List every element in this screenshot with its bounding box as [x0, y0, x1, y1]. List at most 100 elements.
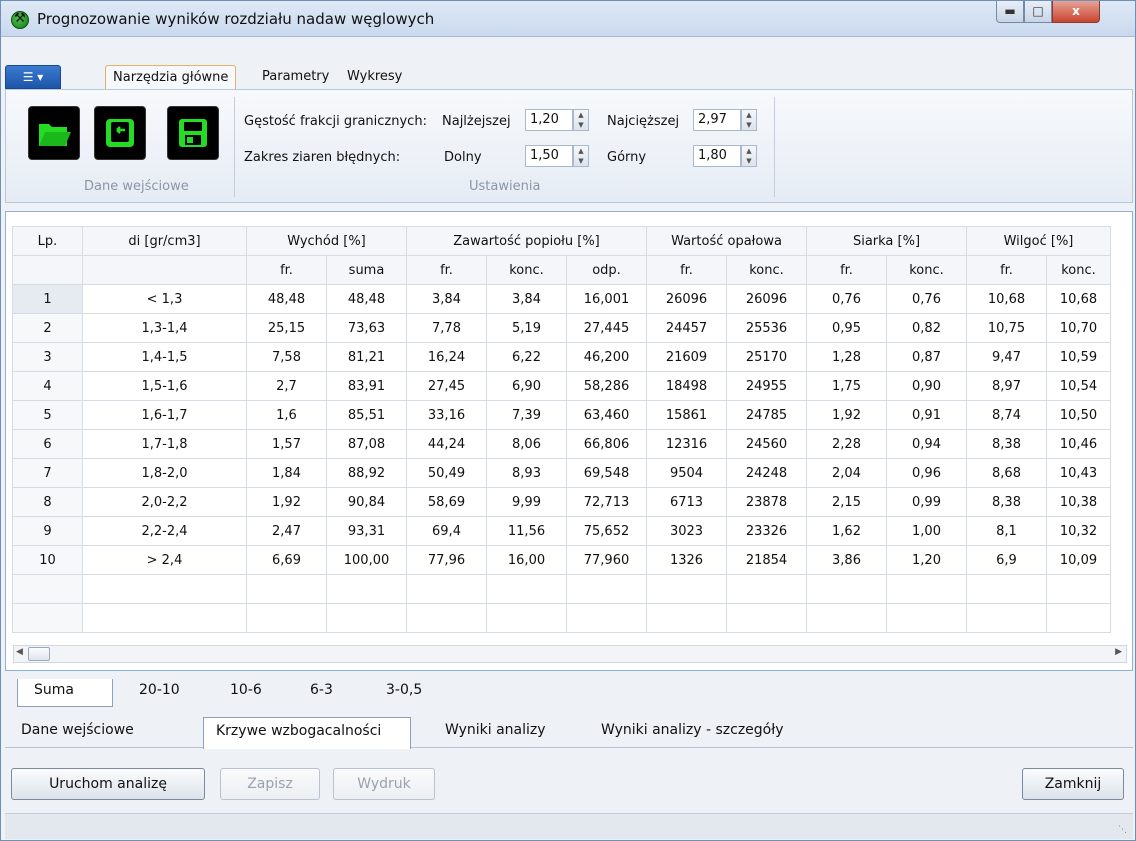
- scroll-left-icon[interactable]: ◀: [16, 647, 23, 657]
- empty-cell[interactable]: [486, 574, 567, 604]
- subheader-cell[interactable]: konc.: [726, 255, 807, 285]
- tab-wykresy[interactable]: Wykresy: [340, 65, 409, 90]
- table-cell[interactable]: 0,95: [806, 313, 887, 343]
- table-cell[interactable]: 27,45: [406, 371, 487, 401]
- empty-cell[interactable]: [566, 603, 647, 633]
- horizontal-scrollbar[interactable]: ◀ ▶: [13, 645, 1127, 663]
- table-cell[interactable]: 12316: [646, 429, 727, 459]
- table-cell[interactable]: 1,20: [886, 545, 967, 575]
- table-cell[interactable]: 10,68: [966, 284, 1047, 314]
- header-lp[interactable]: Lp.: [12, 226, 83, 256]
- table-cell[interactable]: 1,6-1,7: [82, 400, 247, 430]
- tab-10-6[interactable]: 10-6: [230, 682, 262, 698]
- table-cell[interactable]: 25170: [726, 342, 807, 372]
- empty-cell[interactable]: [326, 574, 407, 604]
- table-cell[interactable]: 26096: [726, 284, 807, 314]
- table-cell[interactable]: 16,00: [486, 545, 567, 575]
- empty-cell[interactable]: [82, 574, 247, 604]
- row-number-cell[interactable]: 9: [12, 516, 83, 546]
- empty-cell[interactable]: [1046, 574, 1111, 604]
- table-cell[interactable]: 90,84: [326, 487, 407, 517]
- table-cell[interactable]: 1,57: [246, 429, 327, 459]
- table-cell[interactable]: 8,68: [966, 458, 1047, 488]
- table-row[interactable]: 4 1,5-1,6 2,7 83,91 27,45 6,90 58,286 18498 2495…: [12, 371, 1111, 401]
- table-cell[interactable]: 2,7: [246, 371, 327, 401]
- table-cell[interactable]: 83,91: [326, 371, 407, 401]
- table-cell[interactable]: 69,4: [406, 516, 487, 546]
- lightest-input[interactable]: 1,20: [525, 109, 573, 131]
- table-cell[interactable]: 11,56: [486, 516, 567, 546]
- row-number-cell[interactable]: 7: [12, 458, 83, 488]
- table-cell[interactable]: 93,31: [326, 516, 407, 546]
- header-sulfur[interactable]: Siarka [%]: [806, 226, 967, 256]
- app-menu-button[interactable]: ☰ ▾: [5, 65, 61, 89]
- table-cell[interactable]: 0,82: [886, 313, 967, 343]
- subheader-cell[interactable]: fr.: [646, 255, 727, 285]
- table-cell[interactable]: 24248: [726, 458, 807, 488]
- table-cell[interactable]: 24457: [646, 313, 727, 343]
- lightest-stepper[interactable]: ▲ ▼: [573, 109, 589, 131]
- table-row[interactable]: 6 1,7-1,8 1,57 87,08 44,24 8,06 66,806 12316 245…: [12, 429, 1111, 459]
- empty-cell[interactable]: [246, 574, 327, 604]
- header-calorific[interactable]: Wartość opałowa: [646, 226, 807, 256]
- table-row[interactable]: 5 1,6-1,7 1,6 85,51 33,16 7,39 63,460 15861 2478…: [12, 400, 1111, 430]
- table-cell[interactable]: 0,91: [886, 400, 967, 430]
- header-ash[interactable]: Zawartość popiołu [%]: [406, 226, 647, 256]
- table-cell[interactable]: 8,38: [966, 429, 1047, 459]
- table-cell[interactable]: 1,4-1,5: [82, 342, 247, 372]
- empty-cell[interactable]: [966, 603, 1047, 633]
- table-cell[interactable]: 7,78: [406, 313, 487, 343]
- table-cell[interactable]: 10,09: [1046, 545, 1111, 575]
- table-cell[interactable]: 10,46: [1046, 429, 1111, 459]
- table-cell[interactable]: 44,24: [406, 429, 487, 459]
- table-cell[interactable]: 2,15: [806, 487, 887, 517]
- tab-wyniki-analizy[interactable]: Wyniki analizy: [445, 722, 546, 738]
- row-number-cell[interactable]: 8: [12, 487, 83, 517]
- table-cell[interactable]: 0,76: [886, 284, 967, 314]
- table-cell[interactable]: 2,47: [246, 516, 327, 546]
- table-cell[interactable]: 85,51: [326, 400, 407, 430]
- row-number-cell[interactable]: 5: [12, 400, 83, 430]
- table-cell[interactable]: 1,3-1,4: [82, 313, 247, 343]
- subheader-cell[interactable]: suma: [326, 255, 407, 285]
- table-cell[interactable]: > 2,4: [82, 545, 247, 575]
- table-row[interactable]: 8 2,0-2,2 1,92 90,84 58,69 9,99 72,713 6713 2387…: [12, 487, 1111, 517]
- table-cell[interactable]: 24785: [726, 400, 807, 430]
- row-number-cell[interactable]: 1: [12, 284, 83, 314]
- table-cell[interactable]: 2,0-2,2: [82, 487, 247, 517]
- upper-stepper[interactable]: ▲ ▼: [741, 145, 757, 167]
- table-cell[interactable]: 10,70: [1046, 313, 1111, 343]
- empty-cell[interactable]: [726, 574, 807, 604]
- table-cell[interactable]: 2,28: [806, 429, 887, 459]
- table-cell[interactable]: 87,08: [326, 429, 407, 459]
- empty-cell[interactable]: [12, 603, 83, 633]
- save-button[interactable]: Zapisz: [220, 768, 320, 800]
- table-cell[interactable]: 10,32: [1046, 516, 1111, 546]
- print-button[interactable]: Wydruk: [333, 768, 435, 800]
- table-cell[interactable]: 1,8-2,0: [82, 458, 247, 488]
- empty-cell[interactable]: [566, 574, 647, 604]
- table-cell[interactable]: 0,96: [886, 458, 967, 488]
- table-cell[interactable]: 3,84: [406, 284, 487, 314]
- table-cell[interactable]: < 1,3: [82, 284, 247, 314]
- table-cell[interactable]: 9504: [646, 458, 727, 488]
- table-cell[interactable]: 10,38: [1046, 487, 1111, 517]
- table-cell[interactable]: 1,7-1,8: [82, 429, 247, 459]
- table-cell[interactable]: 8,06: [486, 429, 567, 459]
- table-cell[interactable]: 2,04: [806, 458, 887, 488]
- table-cell[interactable]: 16,24: [406, 342, 487, 372]
- run-analysis-button[interactable]: Uruchom analizę: [11, 768, 205, 800]
- table-cell[interactable]: 88,92: [326, 458, 407, 488]
- table-cell[interactable]: 0,76: [806, 284, 887, 314]
- table-cell[interactable]: 0,94: [886, 429, 967, 459]
- table-cell[interactable]: 1,84: [246, 458, 327, 488]
- table-cell[interactable]: 2,2-2,4: [82, 516, 247, 546]
- subheader-cell[interactable]: konc.: [1046, 255, 1111, 285]
- empty-row[interactable]: [12, 603, 1111, 633]
- table-cell[interactable]: 10,68: [1046, 284, 1111, 314]
- table-cell[interactable]: 1,00: [886, 516, 967, 546]
- table-cell[interactable]: 24560: [726, 429, 807, 459]
- empty-cell[interactable]: [806, 603, 887, 633]
- table-cell[interactable]: 8,93: [486, 458, 567, 488]
- table-cell[interactable]: 75,652: [566, 516, 647, 546]
